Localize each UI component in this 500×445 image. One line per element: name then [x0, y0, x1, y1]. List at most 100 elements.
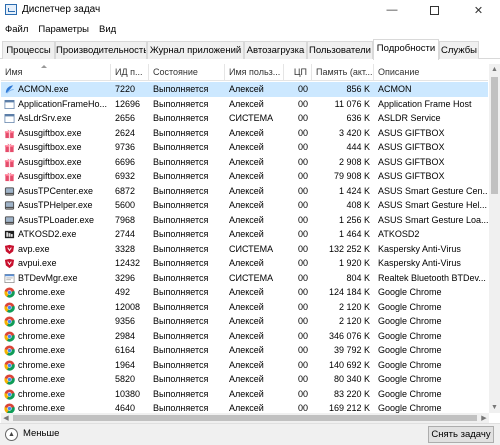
scroll-up-icon[interactable]: ▲ [489, 64, 500, 75]
cell-user: Алексей [229, 403, 264, 413]
cell-memory: 169 212 K [328, 403, 370, 413]
table-row[interactable]: chrome.exe 6164 Выполняется Алексей 00 39 792… [1, 343, 488, 358]
cell-memory: 804 K [346, 272, 370, 283]
table-row[interactable]: Asusgiftbox.exe 6696 Выполняется Алексей 00 2… [1, 155, 488, 170]
table-row[interactable]: Asusgiftbox.exe 6932 Выполняется Алексей 00 7… [1, 169, 488, 184]
table-row[interactable]: chrome.exe 9356 Выполняется Алексей 00 2 120 … [1, 314, 488, 329]
cell-pid: 2984 [115, 330, 136, 341]
table-row[interactable]: Asusgiftbox.exe 2624 Выполняется Алексей 00 3… [1, 126, 488, 141]
table-row[interactable]: avp.exe 3328 Выполняется СИСТЕМА 00 132 252 K… [1, 242, 488, 257]
table-row[interactable]: ApplicationFrameHo... 12696 Выполняется Але… [1, 97, 488, 112]
cell-cpu: 00 [297, 301, 308, 312]
cell-status: Выполняется [153, 171, 209, 181]
column-header-name[interactable]: Имя [1, 64, 111, 81]
cell-cpu: 00 [297, 142, 308, 152]
cell-status: Выполняется [153, 287, 209, 297]
cell-cpu: 00 [297, 171, 308, 181]
table-row[interactable]: ACMON.exe 7220 Выполняется Алексей 00 856 K AC… [1, 82, 488, 97]
menu-view[interactable]: Вид [94, 21, 121, 38]
tab-performance[interactable]: Производительность [55, 41, 147, 59]
cell-memory: 408 K [346, 200, 370, 210]
cell-description: ASUS Smart Gesture Loa... [378, 214, 488, 225]
cell-name: Asusgiftbox.exe [18, 142, 82, 152]
fewer-details-button[interactable]: ▲ Меньше [5, 427, 59, 441]
fewer-details-label: Меньше [23, 428, 60, 439]
menu-file[interactable]: Файл [0, 21, 33, 38]
cell-name: ApplicationFrameHo... [18, 98, 108, 109]
scroll-right-icon[interactable]: ▶ [479, 413, 489, 423]
table-row[interactable]: chrome.exe 5820 Выполняется Алексей 00 80 340… [1, 372, 488, 387]
column-header-pid[interactable]: ИД п... [111, 64, 149, 81]
column-header-description[interactable]: Описание [374, 64, 488, 81]
menu-options[interactable]: Параметры [33, 21, 94, 38]
cell-memory: 83 220 K [333, 388, 370, 399]
column-header-memory[interactable]: Память (акт... [312, 64, 374, 81]
window-title: Диспетчер задач [22, 4, 101, 15]
table-row[interactable]: AsusTPCenter.exe 6872 Выполняется Алексей 00… [1, 184, 488, 199]
cell-status: Выполняется [153, 214, 209, 225]
tab-startup[interactable]: Автозагрузка [244, 41, 307, 59]
cell-user: Алексей [229, 258, 264, 268]
cell-pid: 3296 [115, 272, 136, 283]
cell-status: Выполняется [153, 243, 209, 254]
cell-user: Алексей [229, 374, 264, 384]
table-row[interactable]: chrome.exe 1964 Выполняется Алексей 00 140 69… [1, 358, 488, 373]
column-header-cpu[interactable]: ЦП [284, 64, 312, 81]
table-row[interactable]: chrome.exe 2984 Выполняется Алексей 00 346 07… [1, 329, 488, 344]
tab-app-history[interactable]: Журнал приложений [147, 41, 244, 59]
table-row[interactable]: Asusgiftbox.exe 9736 Выполняется Алексей 00 4… [1, 140, 488, 155]
cell-name: Asusgiftbox.exe [18, 171, 82, 181]
cell-pid: 9736 [115, 142, 136, 152]
horizontal-scrollbar[interactable]: ◀ ▶ [1, 413, 489, 423]
cell-description: Kaspersky Anti-Virus [378, 243, 461, 254]
touchpad-icon [4, 186, 15, 197]
cell-user: Алексей [229, 345, 264, 355]
minimize-icon: — [386, 4, 398, 16]
gift-icon [4, 142, 15, 153]
table-row[interactable]: ATKOSD2.exe 2744 Выполняется Алексей 00 1 464… [1, 227, 488, 242]
maximize-button[interactable] [414, 0, 454, 20]
cell-cpu: 00 [297, 156, 308, 167]
cell-status: Выполняется [153, 258, 209, 268]
table-row[interactable]: avpui.exe 12432 Выполняется Алексей 00 1 920 … [1, 256, 488, 271]
table-row[interactable]: chrome.exe 12008 Выполняется Алексей 00 2 120… [1, 300, 488, 315]
table-row[interactable]: chrome.exe 492 Выполняется Алексей 00 124 184… [1, 285, 488, 300]
cell-cpu: 00 [297, 316, 308, 326]
cell-status: Выполняется [153, 316, 209, 326]
tab-processes[interactable]: Процессы [2, 41, 55, 59]
vertical-scrollbar[interactable]: ▲ ▼ [489, 64, 500, 413]
close-button[interactable]: ✕ [457, 0, 500, 20]
menu-bar: Файл Параметры Вид [0, 21, 500, 38]
cell-cpu: 00 [297, 374, 308, 384]
table-row[interactable]: BTDevMgr.exe 3296 Выполняется СИСТЕМА 00 804 … [1, 271, 488, 286]
cell-user: СИСТЕМА [229, 243, 274, 254]
chrome-icon [4, 345, 15, 356]
minimize-button[interactable]: — [372, 0, 412, 20]
tab-services[interactable]: Службы [439, 41, 479, 59]
horizontal-scroll-thumb[interactable] [13, 415, 477, 421]
cell-description: ASUS GIFTBOX [378, 156, 445, 167]
tab-users[interactable]: Пользователи [307, 41, 373, 59]
title-bar: Диспетчер задач — ✕ [0, 0, 500, 20]
cell-user: СИСТЕМА [229, 113, 274, 123]
table-row[interactable]: chrome.exe 10380 Выполняется Алексей 00 83 22… [1, 387, 488, 402]
table-row[interactable]: chrome.exe 4640 Выполняется Алексей 00 169 21… [1, 401, 488, 413]
table-row[interactable]: AsLdrSrv.exe 2656 Выполняется СИСТЕМА 00 636 … [1, 111, 488, 126]
cell-status: Выполняется [153, 127, 209, 138]
cell-user: Алексей [229, 142, 264, 152]
cell-pid: 10380 [115, 388, 141, 399]
cell-status: Выполняется [153, 98, 209, 109]
scroll-down-icon[interactable]: ▼ [489, 402, 500, 413]
scroll-left-icon[interactable]: ◀ [1, 413, 11, 423]
table-row[interactable]: AsusTPHelper.exe 5600 Выполняется Алексей 00… [1, 198, 488, 213]
column-header-status[interactable]: Состояние [149, 64, 225, 81]
kaspersky-icon [4, 258, 15, 269]
end-task-button[interactable]: Снять задачу [428, 426, 494, 443]
column-header-user[interactable]: Имя польз... [225, 64, 284, 81]
table-row[interactable]: AsusTPLoader.exe 7968 Выполняется Алексей 00… [1, 213, 488, 228]
cell-cpu: 00 [297, 200, 308, 210]
cell-name: Asusgiftbox.exe [18, 127, 82, 138]
vertical-scroll-thumb[interactable] [491, 77, 498, 194]
tab-details[interactable]: Подробности [373, 39, 439, 60]
cell-pid: 6872 [115, 185, 136, 196]
